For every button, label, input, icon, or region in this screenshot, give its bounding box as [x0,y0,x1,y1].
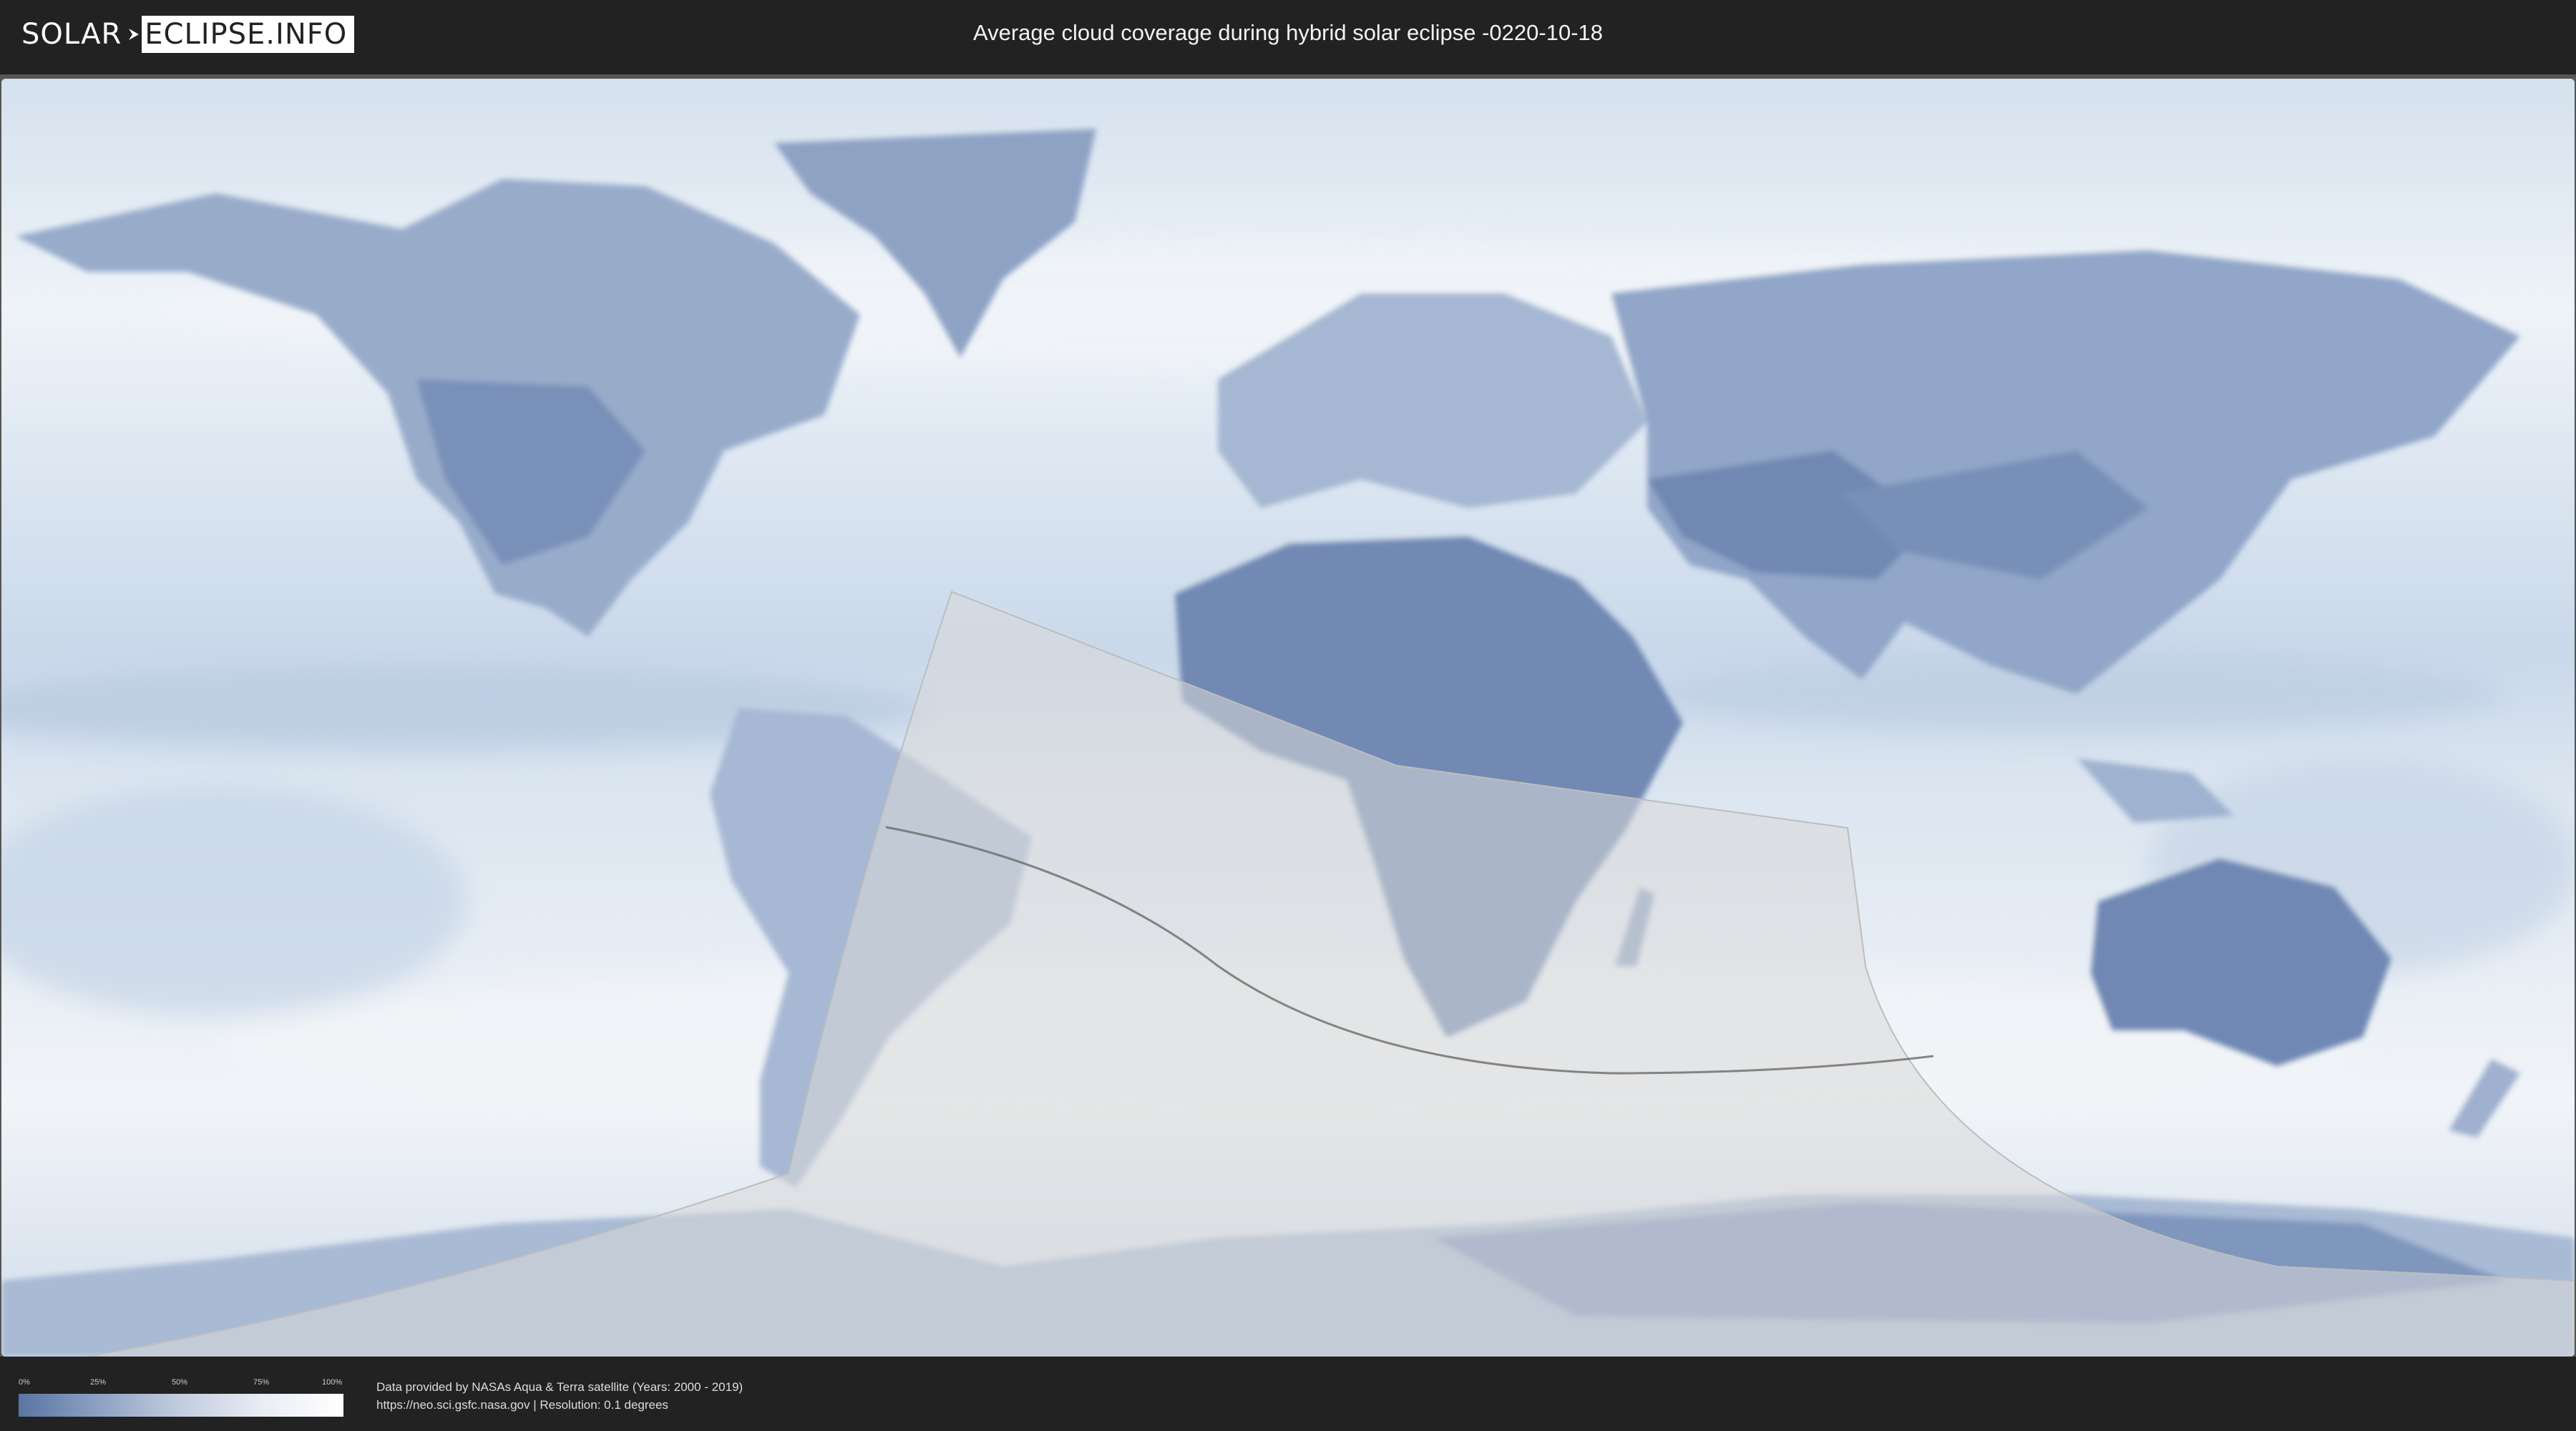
legend-color-bar [19,1394,343,1417]
map-frame [0,74,2576,1357]
footer-bar: 0% 25% 50% 75% 100% Data provided by NAS… [0,1357,2576,1431]
header-bar: SOLAR ECLIPSE.INFO Average cloud coverag… [0,0,2576,72]
cloud-coverage-legend: 0% 25% 50% 75% 100% [19,1378,343,1424]
legend-label-75: 75% [253,1378,270,1387]
world-map-svg [1,79,2575,1357]
legend-label-25: 25% [90,1378,107,1387]
data-source-info: Data provided by NASAs Aqua & Terra sate… [376,1378,743,1414]
page-title: Average cloud coverage during hybrid sol… [972,20,1604,45]
legend-labels: 0% 25% 50% 75% 100% [19,1378,343,1392]
legend-label-50: 50% [172,1378,188,1387]
legend-label-100: 100% [322,1378,343,1387]
legend-label-0: 0% [19,1378,30,1387]
url-line: https://neo.sci.gsfc.nasa.gov | Resoluti… [376,1398,668,1412]
source-line: Data provided by NASAs Aqua & Terra sate… [376,1380,743,1394]
cloud-coverage-map[interactable] [1,79,2575,1357]
